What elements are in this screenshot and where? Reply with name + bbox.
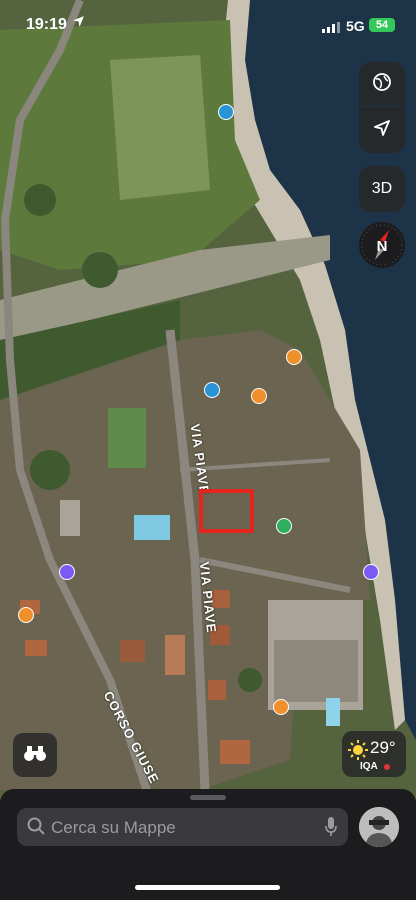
home-indicator — [135, 885, 280, 890]
highlighted-area — [199, 489, 254, 533]
sheet-grabber[interactable] — [190, 795, 226, 800]
aqi-status-dot — [384, 764, 390, 770]
location-arrow-icon — [373, 119, 391, 142]
weather-widget[interactable]: 29° IQA — [342, 731, 406, 777]
temperature-value: 29° — [370, 738, 396, 757]
cellular-signal-icon — [322, 20, 340, 38]
search-icon — [27, 817, 45, 840]
battery-indicator: 54 — [369, 18, 395, 32]
network-type: 5G — [346, 18, 365, 34]
camping-poi-icon[interactable] — [276, 518, 292, 534]
map-style-button[interactable] — [359, 62, 405, 106]
search-field[interactable]: Cerca su Mappe — [17, 808, 348, 846]
compass-north-label: N — [377, 238, 388, 255]
binoculars-icon — [23, 743, 47, 768]
search-placeholder: Cerca su Mappe — [51, 818, 176, 837]
hotel-poi-icon[interactable] — [363, 564, 379, 580]
compass-icon: N — [361, 224, 403, 266]
avatar[interactable] — [359, 807, 399, 847]
search-sheet[interactable]: Cerca su Mappe — [0, 789, 416, 900]
globe-icon — [372, 72, 392, 97]
cocktail-bar-poi-icon[interactable] — [273, 699, 289, 715]
hotel-poi-icon[interactable] — [59, 564, 75, 580]
status-bar: 19:19 5G 54 — [0, 0, 416, 50]
beach-poi-icon[interactable] — [218, 104, 234, 120]
marina-poi-icon[interactable] — [204, 382, 220, 398]
3d-toggle-button[interactable]: 3D — [359, 166, 405, 212]
restaurant-poi-icon[interactable] — [18, 607, 34, 623]
status-time: 19:19 — [26, 16, 67, 33]
compass-button[interactable]: N — [359, 222, 405, 268]
bar-poi-icon[interactable] — [286, 349, 302, 365]
location-arrow-icon — [72, 15, 85, 33]
microphone-icon[interactable] — [325, 817, 337, 842]
shop-poi-icon[interactable] — [251, 388, 267, 404]
aqi-label: IQA — [360, 761, 378, 772]
look-around-button[interactable] — [13, 733, 57, 777]
current-location-button[interactable] — [359, 107, 405, 153]
